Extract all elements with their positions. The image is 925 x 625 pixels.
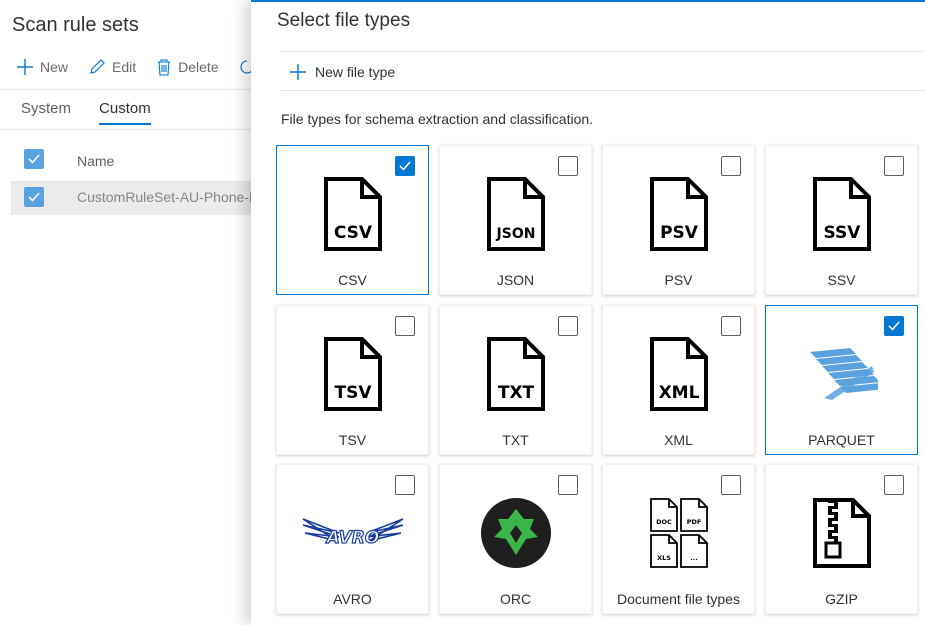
toolbar: New Edit Delete [16,58,281,76]
file-type-label: PSV [664,272,693,288]
divider [281,90,925,91]
panel-description: File types for schema extraction and cla… [281,111,594,127]
ssv-file-icon: SSV [766,164,917,264]
json-file-icon: JSON [440,164,591,264]
file-type-label: XML [664,432,693,448]
edit-button[interactable]: Edit [88,58,136,76]
file-type-tile-txt[interactable]: TXT TXT [439,305,592,455]
delete-button[interactable]: Delete [156,58,219,76]
delete-label: Delete [178,59,219,75]
new-file-type-label: New file type [315,64,396,80]
icon-text: XLS [657,554,671,562]
new-file-type-button[interactable]: New file type [289,60,395,84]
file-type-label: GZIP [825,591,858,607]
csv-file-icon: CSV [277,164,428,264]
file-type-label: SSV [827,272,856,288]
tab-system[interactable]: System [21,100,71,125]
panel-title: Select file types [277,10,411,31]
file-type-tile-avro[interactable]: AVRO AVRO [276,464,429,614]
file-type-tile-ssv[interactable]: SSV SSV [765,145,918,295]
file-type-tile-json[interactable]: JSON JSON [439,145,592,295]
parquet-logo-icon [766,324,917,424]
file-type-tile-gzip[interactable]: GZIP [765,464,918,614]
plus-icon [17,59,33,75]
orc-logo-icon [440,483,591,583]
select-file-types-panel: Select file types New file type File typ… [251,0,925,625]
trash-icon [158,59,171,76]
tsv-file-icon: TSV [277,324,428,424]
divider [281,51,925,52]
icon-text: ... [690,554,697,562]
file-type-tile-document-file-types[interactable]: DOC PDF XLS... Document file types [602,464,755,614]
gzip-file-icon [766,483,917,583]
icon-text: PSV [660,223,699,243]
avro-logo-icon: AVRO [277,483,428,583]
icon-text: DOC [656,518,672,526]
new-button[interactable]: New [16,58,68,76]
icon-text: AVRO [324,528,379,548]
icon-text: CSV [333,223,372,243]
rule-set-name[interactable]: CustomRuleSet-AU-Phone-N [77,189,259,205]
file-type-tile-csv[interactable]: CSV CSV [276,145,429,295]
new-label: New [40,59,69,75]
tabs: System Custom [21,100,179,125]
icon-text: XML [658,383,699,403]
icon-text: JSON [495,226,535,242]
icon-text: TSV [334,383,372,403]
icon-text: SSV [823,223,861,243]
select-all-checkbox[interactable] [24,149,44,169]
divider [0,129,252,130]
document-file-types-icon: DOC PDF XLS... [603,483,754,583]
file-type-label: PARQUET [808,432,875,448]
file-type-tile-tsv[interactable]: TSV TSV [276,305,429,455]
txt-file-icon: TXT [440,324,591,424]
icon-text: TXT [497,383,534,403]
tab-custom[interactable]: Custom [99,100,151,125]
file-type-tile-xml[interactable]: XML XML [602,305,755,455]
file-type-label: AVRO [333,591,372,607]
file-type-tile-psv[interactable]: PSV PSV [602,145,755,295]
icon-text: PDF [686,518,701,526]
file-type-label: ORC [499,591,532,607]
pencil-icon [90,59,105,74]
file-type-label: TSV [338,432,367,448]
checkmark-icon [28,154,40,164]
row-checkbox[interactable] [24,187,44,207]
file-type-label: TXT [502,432,529,448]
file-type-tile-orc[interactable]: ORC [439,464,592,614]
edit-label: Edit [112,59,137,75]
psv-file-icon: PSV [603,164,754,264]
file-type-tile-parquet[interactable]: PARQUET [765,305,918,455]
page-title: Scan rule sets [12,14,139,36]
xml-file-icon: XML [603,324,754,424]
file-type-label: Document file types [617,591,740,607]
file-type-label: JSON [496,272,535,288]
file-type-label: CSV [338,272,367,288]
name-column-header[interactable]: Name [77,153,114,169]
divider [0,89,252,90]
checkmark-icon [28,192,40,202]
plus-icon [290,64,306,80]
